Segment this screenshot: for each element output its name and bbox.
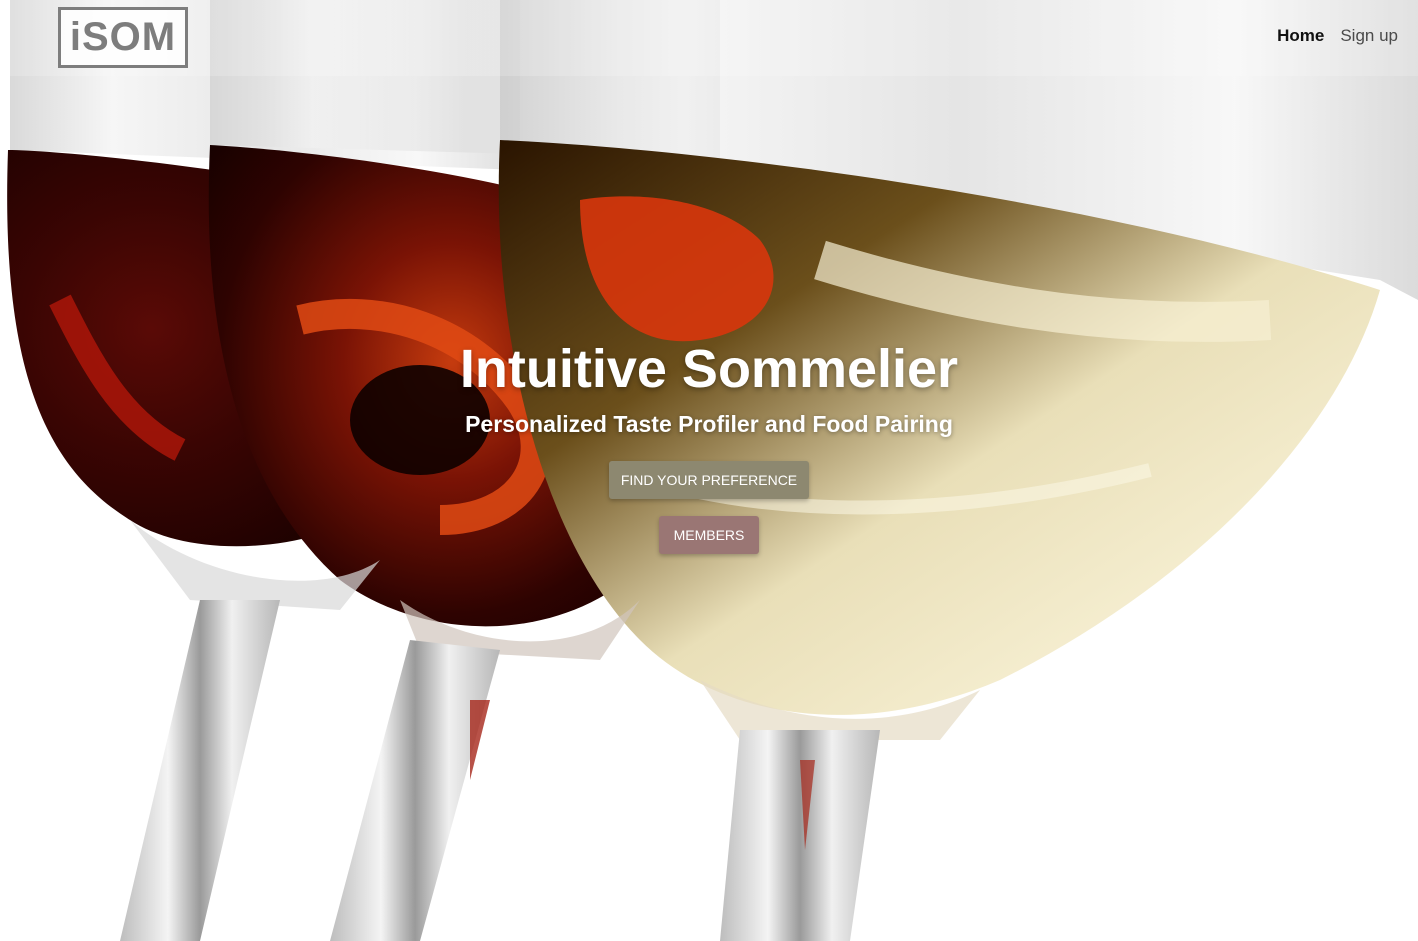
isom-logo[interactable]: iSOM — [58, 7, 188, 68]
landing-page: iSOM Home Sign up Intuitive Sommelier Pe… — [0, 0, 1418, 941]
find-button-row: FIND YOUR PREFERENCE — [0, 440, 1418, 499]
hero-title: Intuitive Sommelier — [459, 339, 959, 399]
hero-content: Intuitive Sommelier Personalized Taste P… — [0, 336, 1418, 554]
find-your-preference-button[interactable]: FIND YOUR PREFERENCE — [609, 461, 809, 499]
nav-signup-link[interactable]: Sign up — [1340, 26, 1398, 46]
top-navbar: iSOM Home Sign up — [0, 0, 1418, 76]
members-button-row: MEMBERS — [0, 499, 1418, 554]
hero-subtitle: Personalized Taste Profiler and Food Pai… — [465, 411, 953, 437]
members-button[interactable]: MEMBERS — [659, 516, 759, 554]
nav-home-link[interactable]: Home — [1277, 26, 1324, 46]
nav-links: Home Sign up — [1277, 26, 1398, 46]
